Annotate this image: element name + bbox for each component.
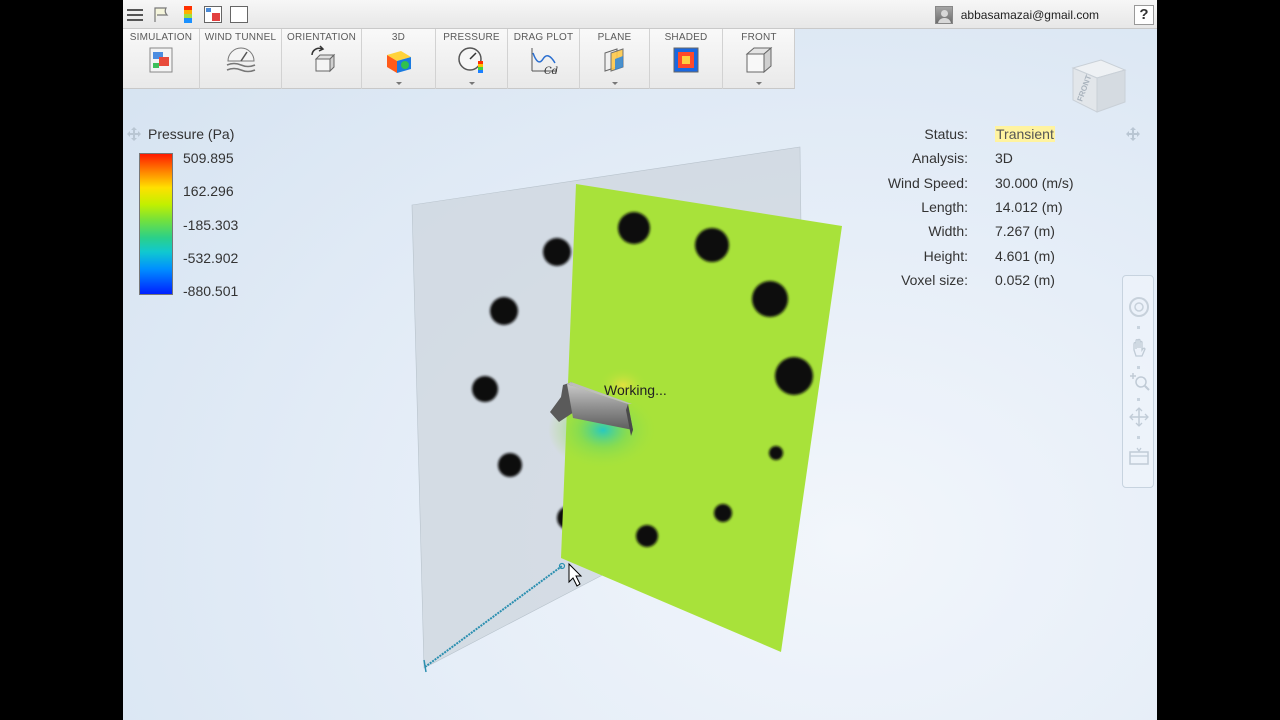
plane-icon	[604, 48, 623, 72]
navigation-bar	[1122, 275, 1154, 488]
orientation-button[interactable]: ORIENTATION	[282, 29, 362, 89]
ribbon-label: ORIENTATION	[286, 32, 357, 43]
pan-hand-icon[interactable]	[1128, 338, 1150, 360]
height-label: Height:	[923, 248, 968, 264]
legend-value-max: 509.895	[183, 150, 234, 166]
ribbon-toolbar: SIMULATION WIND TUNNEL ORIENTATION 3D PR…	[123, 29, 795, 89]
wind-tunnel-icon	[226, 47, 255, 73]
shaded-button[interactable]: SHADED	[650, 29, 723, 89]
ribbon-label: SHADED	[664, 32, 708, 43]
nav-separator	[1137, 436, 1140, 439]
help-button[interactable]: ?	[1134, 5, 1154, 25]
3d-viewport[interactable]	[123, 0, 1157, 720]
dropdown-caret-icon[interactable]	[611, 82, 618, 85]
layout-icon[interactable]	[203, 5, 223, 24]
3d-button[interactable]: 3D	[362, 29, 436, 89]
legend-title: Pressure (Pa)	[148, 126, 235, 142]
legend-move-icon[interactable]	[127, 127, 141, 141]
view-cube[interactable]: FRONT	[1065, 50, 1137, 122]
ribbon-label: FRONT	[741, 32, 777, 43]
plane-button[interactable]: PLANE	[580, 29, 650, 89]
ribbon-label: WIND TUNNEL	[204, 32, 277, 43]
wind-speed-value: 30.000 (m/s)	[995, 175, 1074, 191]
working-status-text: Working...	[604, 382, 667, 398]
analysis-label: Analysis:	[911, 150, 968, 166]
dropdown-caret-icon[interactable]	[468, 82, 475, 85]
status-badge: Transient	[995, 126, 1055, 142]
pressure-button[interactable]: PRESSURE	[436, 29, 508, 89]
ribbon-label: SIMULATION	[129, 32, 193, 43]
length-label: Length:	[921, 199, 968, 215]
colorbar-icon[interactable]	[178, 5, 198, 24]
user-account[interactable]: abbasamazai@gmail.com	[934, 6, 1099, 24]
width-label: Width:	[928, 223, 968, 239]
orientation-icon	[310, 45, 335, 73]
simulation-button[interactable]: SIMULATION	[123, 29, 200, 89]
user-email[interactable]: abbasamazai@gmail.com	[961, 8, 1099, 22]
pressure-gauge-icon	[457, 47, 483, 73]
look-at-icon[interactable]	[1128, 446, 1150, 468]
wind-tunnel-button[interactable]: WIND TUNNEL	[200, 29, 282, 89]
length-value: 14.012 (m)	[995, 199, 1063, 215]
voxel-size-label: Voxel size:	[901, 272, 968, 288]
legend-value: 162.296	[183, 183, 234, 199]
full-navigation-wheel-icon[interactable]	[1128, 296, 1150, 318]
wind-speed-label: Wind Speed:	[887, 175, 968, 191]
title-bar: abbasamazai@gmail.com ?	[123, 0, 1157, 29]
wind-tunnel-app-window: Working... abbasamazai@gmail.com ? SIMUL…	[123, 0, 1157, 720]
ribbon-label: PRESSURE	[443, 32, 500, 43]
status-value: Transient	[995, 126, 1055, 142]
dropdown-caret-icon[interactable]	[756, 82, 762, 85]
stats-move-icon[interactable]	[1126, 127, 1140, 141]
dropdown-caret-icon[interactable]	[395, 82, 402, 85]
front-view-icon	[745, 46, 773, 74]
3d-icon	[386, 51, 411, 73]
shaded-icon	[673, 47, 699, 73]
legend-value-min: -880.501	[183, 283, 239, 299]
menu-icon[interactable]	[125, 5, 145, 24]
orbit-icon[interactable]	[1128, 406, 1150, 428]
nav-separator	[1137, 398, 1140, 401]
height-value: 4.601 (m)	[995, 248, 1055, 264]
pressure-color-scale	[139, 153, 173, 295]
nav-separator	[1137, 366, 1140, 369]
svg-text:Cd: Cd	[544, 66, 558, 75]
legend-value: -185.303	[183, 217, 239, 233]
ribbon-label: DRAG PLOT	[513, 32, 574, 43]
user-avatar-icon	[934, 6, 953, 24]
voxel-size-value: 0.052 (m)	[995, 272, 1055, 288]
nav-separator	[1137, 326, 1140, 329]
ribbon-label: 3D	[391, 32, 406, 43]
width-value: 7.267 (m)	[995, 223, 1055, 239]
front-view-button[interactable]: FRONT	[723, 29, 795, 89]
drag-plot-button[interactable]: DRAG PLOT Cd	[508, 29, 580, 89]
zoom-icon[interactable]	[1128, 370, 1150, 392]
ribbon-label: PLANE	[597, 32, 632, 43]
analysis-value: 3D	[995, 150, 1013, 166]
drag-plot-icon: Cd	[531, 48, 558, 75]
flag-icon[interactable]	[151, 5, 171, 24]
legend-value: -532.902	[183, 250, 239, 266]
status-label: Status:	[924, 126, 968, 142]
window-icon[interactable]	[229, 5, 249, 24]
simulation-icon	[149, 47, 173, 73]
